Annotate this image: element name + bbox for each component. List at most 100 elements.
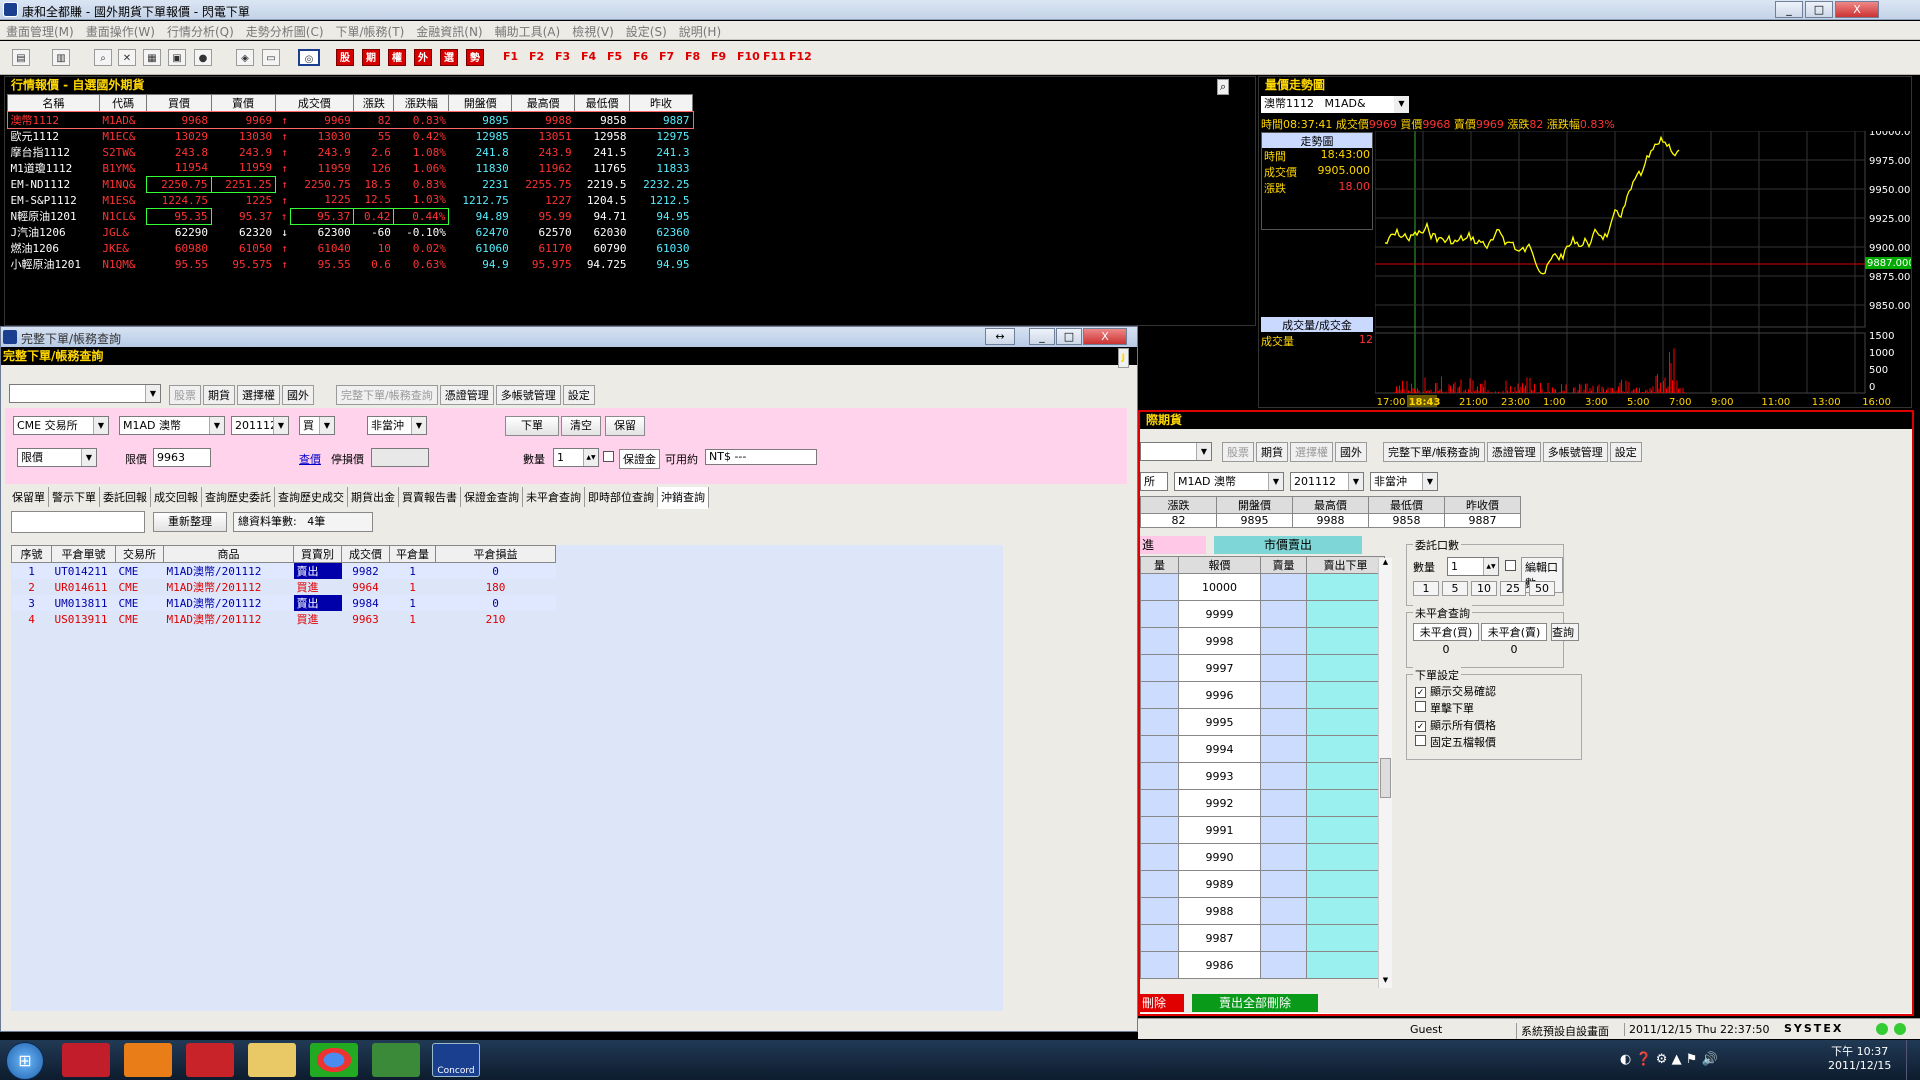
fkey-f8[interactable]: F8	[685, 50, 700, 63]
fkey-f7[interactable]: F7	[659, 50, 674, 63]
flash-offset-select[interactable]: 非當沖 ▼	[1370, 472, 1438, 491]
quote-row[interactable]: 燃油1206 JKE& 60980 61050 ↑ 61040 10 0.02% 61060 61…	[8, 240, 693, 256]
tool-icon-8[interactable]: ▭	[262, 49, 280, 66]
grid-header[interactable]: 平倉量	[389, 545, 436, 563]
table-row[interactable]: 4 US013911 CME M1AD澳幣/201112 買進 9963 1 210	[12, 611, 556, 627]
quick-4-button[interactable]: 選	[440, 49, 458, 66]
ladder-price[interactable]: 9988	[1178, 897, 1261, 925]
ladder-price[interactable]: 9998	[1178, 627, 1261, 655]
quote-header[interactable]: 成交價	[274, 94, 355, 112]
query-price-link[interactable]: 查價	[299, 451, 321, 467]
setting-item[interactable]: 單擊下單	[1415, 700, 1496, 717]
show-desktop[interactable]	[1906, 1040, 1920, 1080]
ladder-row[interactable]: 9999	[1140, 600, 1385, 628]
sub-tab-3[interactable]: 成交回報	[151, 487, 202, 507]
quote-row[interactable]: M1道瓊1112 B1YM& 11954 11959 ↑ 11959 126 1.06% 118…	[8, 160, 693, 176]
quick-qty-1[interactable]: 1	[1413, 581, 1439, 596]
quote-header[interactable]: 漲跌幅	[393, 94, 450, 112]
ladder-price[interactable]: 9992	[1178, 789, 1261, 817]
grid-header[interactable]: 序號	[11, 545, 52, 563]
flash-tab-6[interactable]: 多帳號管理	[1542, 442, 1608, 462]
tray-icons[interactable]: ◐ ❓ ⚙ ▲ ⚑ 🔊	[1620, 1052, 1718, 1067]
order-settings-icon[interactable]: J	[1117, 348, 1129, 368]
menu-item-6[interactable]: 輔助工具(A)	[489, 21, 567, 40]
quote-row[interactable]: J汽油1206 JGL& 62290 62320 ↓ 62300 -60 -0.10% 6247…	[8, 224, 693, 240]
fkey-f12[interactable]: F12	[789, 50, 812, 63]
ladder-row[interactable]: 9990	[1140, 843, 1385, 871]
order-top-tab-2[interactable]: 選擇權	[237, 385, 280, 405]
buy-market-button[interactable]: 進	[1140, 536, 1206, 554]
table-row[interactable]: 2 UR014611 CME M1AD澳幣/201112 買進 9964 1 180	[12, 579, 556, 595]
quick-1-button[interactable]: 期	[362, 49, 380, 66]
fkey-f6[interactable]: F6	[633, 50, 648, 63]
fkey-f2[interactable]: F2	[529, 50, 544, 63]
panel-search-icon[interactable]: ⌕	[1217, 79, 1230, 95]
menu-item-3[interactable]: 走勢分析圖(C)	[240, 21, 330, 40]
fkey-f1[interactable]: F1	[503, 50, 518, 63]
menu-item-5[interactable]: 金融資訊(N)	[410, 21, 488, 40]
clear-button[interactable]: 清空	[561, 416, 601, 436]
sell-cell[interactable]	[1306, 708, 1385, 736]
tool-icon-2[interactable]: ▥	[52, 49, 70, 66]
fkey-f10[interactable]: F10	[737, 50, 760, 63]
fkey-f5[interactable]: F5	[607, 50, 622, 63]
keep-button[interactable]: 保留	[605, 416, 645, 436]
filter-field[interactable]	[11, 511, 145, 533]
menu-item-4[interactable]: 下單/帳務(T)	[330, 21, 411, 40]
quick-qty-5[interactable]: 5	[1442, 581, 1468, 596]
menu-item-0[interactable]: 畫面管理(M)	[0, 21, 80, 40]
table-row[interactable]: 1 UT014211 CME M1AD澳幣/201112 賣出 9982 1 0	[11, 562, 556, 579]
quote-header[interactable]: 名稱	[7, 94, 100, 112]
ladder-row[interactable]: 9988	[1140, 897, 1385, 925]
quote-header[interactable]: 買價	[146, 94, 212, 112]
ladder-scrollbar[interactable]: ▲ ▼	[1378, 558, 1392, 988]
ladder-row[interactable]: 9986	[1140, 951, 1385, 979]
flash-tab-5[interactable]: 憑證管理	[1486, 442, 1541, 462]
taskbar-chrome[interactable]	[310, 1043, 358, 1077]
quote-header[interactable]: 最高價	[511, 94, 576, 112]
setting-checkbox[interactable]	[1415, 701, 1426, 712]
quote-header[interactable]: 代碼	[98, 94, 148, 112]
taskbar-app-2[interactable]	[124, 1043, 172, 1077]
ladder-price[interactable]: 10000	[1178, 573, 1261, 601]
quote-row[interactable]: 歐元1112 M1EC& 13029 13030 ↑ 13030 55 0.42% 12985 1…	[8, 128, 693, 144]
grid-header[interactable]: 平倉損益	[435, 545, 556, 563]
sub-tab-9[interactable]: 未平倉查詢	[523, 487, 585, 507]
stop-price-input[interactable]	[371, 448, 429, 467]
order-maximize-button[interactable]: □	[1056, 328, 1082, 345]
quick-0-button[interactable]: 股	[336, 49, 354, 66]
product-select[interactable]: M1AD 澳幣 ▼	[119, 416, 225, 435]
table-row[interactable]: 3 UM013811 CME M1AD澳幣/201112 賣出 9984 1 0	[11, 595, 556, 611]
ladder-price[interactable]: 9986	[1178, 951, 1261, 979]
ladder-price[interactable]: 9996	[1178, 681, 1261, 709]
ladder-price[interactable]: 9999	[1178, 600, 1261, 628]
ladder-price[interactable]: 9993	[1178, 762, 1261, 790]
sub-tab-8[interactable]: 保證金查詢	[461, 487, 523, 507]
sell-cell[interactable]	[1306, 762, 1385, 790]
order-top-tab-6[interactable]: 多帳號管理	[495, 385, 561, 405]
setting-item[interactable]: ✓ 顯示所有價格	[1415, 717, 1496, 734]
sell-all-delete-button[interactable]: 賣出全部刪除	[1192, 994, 1318, 1012]
ladder-row[interactable]: 9998	[1140, 627, 1385, 655]
ladder-price[interactable]: 9995	[1178, 708, 1261, 736]
ladder-price[interactable]: 9989	[1178, 870, 1261, 898]
sub-tab-6[interactable]: 期貨出金	[348, 487, 399, 507]
setting-checkbox[interactable]: ✓	[1415, 687, 1426, 698]
sell-cell[interactable]	[1306, 816, 1385, 844]
flash-tab-1[interactable]: 期貨	[1256, 442, 1288, 462]
taskbar-concord[interactable]: Concord	[432, 1043, 480, 1077]
setting-item[interactable]: 固定五檔報價	[1415, 734, 1496, 751]
qty-checkbox[interactable]	[1505, 560, 1516, 571]
fkey-f4[interactable]: F4	[581, 50, 596, 63]
sell-cell[interactable]	[1306, 789, 1385, 817]
taskbar-messenger[interactable]	[372, 1043, 420, 1077]
grid-header[interactable]: 買賣別	[293, 545, 342, 563]
order-top-tab-0[interactable]: 股票	[169, 385, 201, 405]
concord-icon[interactable]: ◎	[298, 49, 320, 66]
quote-header[interactable]: 漲跌	[353, 94, 395, 112]
place-order-button[interactable]: 下單	[505, 416, 559, 436]
quote-row[interactable]: 摩台指1112 S2TW& 243.8 243.9 ↑ 243.9 2.6 1.08% 241.…	[8, 144, 693, 160]
sub-tab-0[interactable]: 保留單	[9, 487, 49, 507]
sell-market-button[interactable]: 市價賣出	[1214, 536, 1362, 554]
ladder-row[interactable]: 9993	[1140, 762, 1385, 790]
